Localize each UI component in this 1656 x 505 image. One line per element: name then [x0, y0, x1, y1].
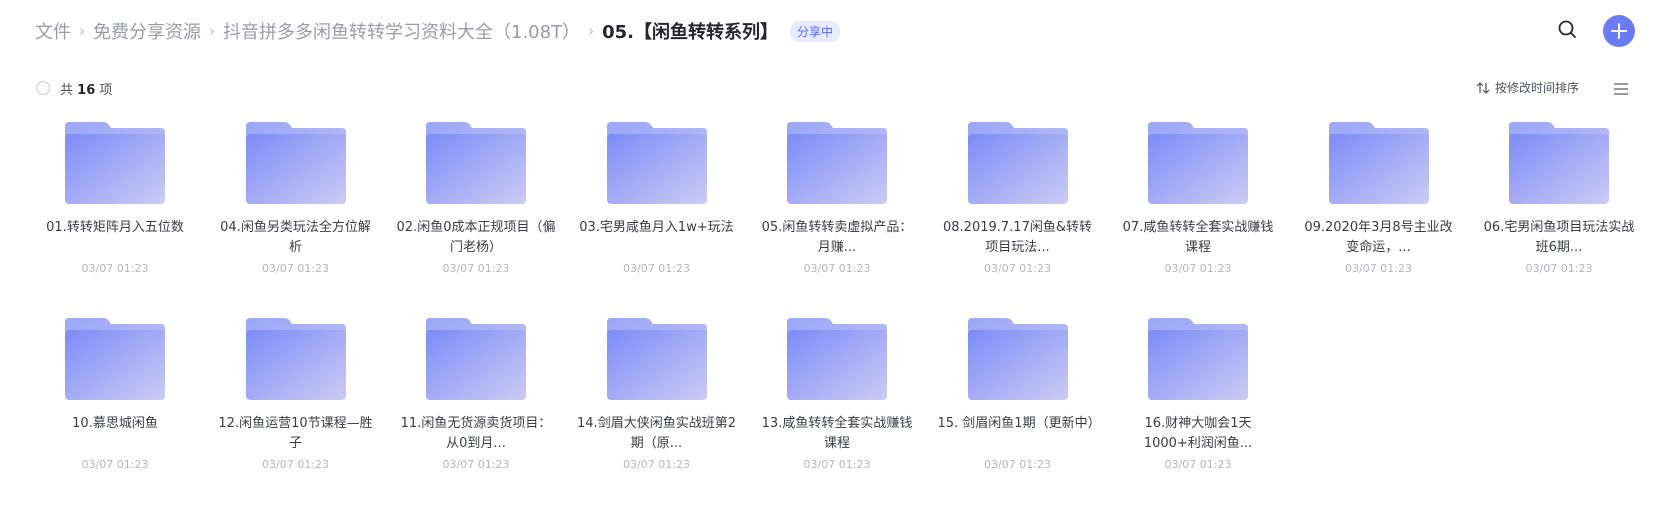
folder-name: 10.慕思城闲鱼	[72, 416, 158, 431]
folder-name: 02.闲鱼0成本正规项目（偏门老杨）	[396, 220, 556, 255]
folder-name: 05.闲鱼转转卖虚拟产品：月赚...	[761, 220, 913, 255]
folder-name: 09.2020年3月8号主业改变命运，...	[1304, 220, 1453, 255]
folder-date: 03/07 01:23	[803, 458, 871, 471]
folder-date: 03/07 01:23	[1525, 262, 1593, 275]
folder-icon	[967, 122, 1068, 204]
breadcrumb-item-free-share[interactable]: 免费分享资源	[93, 18, 201, 44]
folder-icon	[245, 122, 346, 204]
folder-item[interactable]: 09.2020年3月8号主业改变命运，... 03/07 01:23	[1299, 120, 1459, 277]
folder-icon	[787, 122, 887, 204]
folder-date: 03/07 01:23	[1345, 262, 1412, 275]
breadcrumb-separator: ›	[79, 22, 85, 40]
breadcrumb: 文件 › 免费分享资源 › 抖音拼多多闲鱼转转学习资料大全（1.08T） › 0…	[35, 14, 840, 48]
folder-date: 03/07 01:23	[623, 262, 690, 275]
folder-item[interactable]: 08.2019.7.17闲鱼&转转项目玩法... 03/07 01:23	[938, 120, 1098, 277]
item-count-value: 16	[77, 83, 96, 98]
plus-icon	[1611, 23, 1627, 39]
breadcrumb-separator: ›	[588, 22, 595, 40]
folder-item[interactable]: 11.闲鱼无货源卖货项目：从0到月... 03/07 01:23	[396, 316, 556, 473]
folder-date: 03/07 01:23	[1164, 458, 1232, 471]
add-button[interactable]	[1603, 15, 1635, 47]
sort-label: 按修改时间排序	[1495, 81, 1580, 95]
breadcrumb-separator: ›	[209, 22, 215, 40]
item-count: 共 16 项	[60, 79, 112, 98]
sort-arrows-icon	[1476, 81, 1490, 94]
folder-date: 03/07 01:23	[442, 458, 510, 471]
search-button[interactable]	[1555, 17, 1581, 43]
folder-item[interactable]: 07.咸鱼转转全套实战赚钱课程 03/07 01:23	[1118, 120, 1278, 277]
folder-icon	[1509, 122, 1609, 204]
folder-item[interactable]: 15. 剑眉闲鱼1期（更新中） 03/07 01:23	[938, 316, 1098, 473]
folder-icon	[606, 122, 707, 204]
folder-icon	[967, 318, 1068, 400]
folder-icon	[1148, 318, 1248, 400]
sort-button[interactable]: 按修改时间排序	[1476, 79, 1579, 96]
folder-item[interactable]: 03.宅男咸鱼月入1w+玩法 03/07 01:23	[577, 120, 737, 277]
folder-date: 03/07 01:23	[984, 458, 1051, 471]
select-all-checkbox[interactable]	[36, 81, 50, 95]
folder-item[interactable]: 10.慕思城闲鱼 03/07 01:23	[35, 316, 195, 473]
folder-item[interactable]: 02.闲鱼0成本正规项目（偏门老杨） 03/07 01:23	[396, 120, 556, 277]
folder-name: 11.闲鱼无货源卖货项目：从0到月...	[400, 416, 552, 451]
share-status-badge: 分享中	[789, 20, 840, 42]
folder-name: 06.宅男闲鱼项目玩法实战班6期...	[1483, 220, 1635, 255]
folder-icon	[1328, 122, 1429, 204]
item-count-suffix: 项	[99, 83, 113, 98]
folder-icon	[1148, 122, 1248, 204]
folder-icon	[245, 318, 346, 400]
folder-icon	[65, 318, 165, 400]
folder-date: 03/07 01:23	[623, 458, 690, 471]
folder-name: 15. 剑眉闲鱼1期（更新中）	[937, 416, 1098, 431]
breadcrumb-item-resource-collection[interactable]: 抖音拼多多闲鱼转转学习资料大全（1.08T）	[223, 18, 580, 44]
folder-name: 13.咸鱼转转全套实战赚钱课程	[761, 416, 913, 451]
folder-date: 03/07 01:23	[442, 262, 510, 275]
page-title: 05.【闲鱼转转系列】	[602, 22, 778, 43]
folder-item[interactable]: 01.转转矩阵月入五位数 03/07 01:23	[35, 120, 195, 277]
search-icon	[1558, 20, 1576, 38]
folder-icon	[426, 318, 526, 400]
list-view-icon	[1614, 83, 1628, 95]
folder-name: 07.咸鱼转转全套实战赚钱课程	[1122, 220, 1274, 255]
folder-date: 03/07 01:23	[81, 262, 149, 275]
folder-date: 03/07 01:23	[803, 262, 871, 275]
folder-icon	[606, 318, 707, 400]
folder-name: 16.财神大咖会1天1000+利润闲鱼...	[1143, 416, 1253, 451]
folder-item[interactable]: 04.闲鱼另类玩法全方位解析 03/07 01:23	[216, 120, 376, 277]
folder-icon	[65, 122, 165, 204]
folder-item[interactable]: 13.咸鱼转转全套实战赚钱课程 03/07 01:23	[757, 316, 917, 473]
breadcrumb-item-files[interactable]: 文件	[35, 18, 71, 44]
folder-item[interactable]: 12.闲鱼运营10节课程—胜子 03/07 01:23	[216, 316, 376, 473]
folder-item[interactable]: 06.宅男闲鱼项目玩法实战班6期... 03/07 01:23	[1479, 120, 1639, 277]
folder-date: 03/07 01:23	[81, 458, 149, 471]
folder-item[interactable]: 05.闲鱼转转卖虚拟产品：月赚... 03/07 01:23	[757, 120, 917, 277]
folder-date: 03/07 01:23	[1164, 262, 1232, 275]
folder-name: 03.宅男咸鱼月入1w+玩法	[579, 220, 734, 235]
folder-date: 03/07 01:23	[262, 458, 329, 471]
folder-icon	[787, 318, 887, 400]
view-mode-button[interactable]	[1612, 81, 1630, 95]
folder-date: 03/07 01:23	[262, 262, 329, 275]
folder-name: 04.闲鱼另类玩法全方位解析	[220, 220, 371, 255]
folder-item[interactable]: 14.剑眉大侠闲鱼实战班第2期（原... 03/07 01:23	[577, 316, 737, 473]
folder-name: 08.2019.7.17闲鱼&转转项目玩法...	[943, 220, 1092, 255]
folder-item[interactable]: 16.财神大咖会1天1000+利润闲鱼... 03/07 01:23	[1118, 316, 1278, 473]
folder-icon	[426, 122, 526, 204]
folder-name: 01.转转矩阵月入五位数	[46, 220, 184, 235]
folder-date: 03/07 01:23	[984, 262, 1051, 275]
folder-name: 14.剑眉大侠闲鱼实战班第2期（原...	[577, 416, 736, 451]
item-count-prefix: 共	[60, 83, 74, 98]
folder-name: 12.闲鱼运营10节课程—胜子	[218, 416, 373, 451]
